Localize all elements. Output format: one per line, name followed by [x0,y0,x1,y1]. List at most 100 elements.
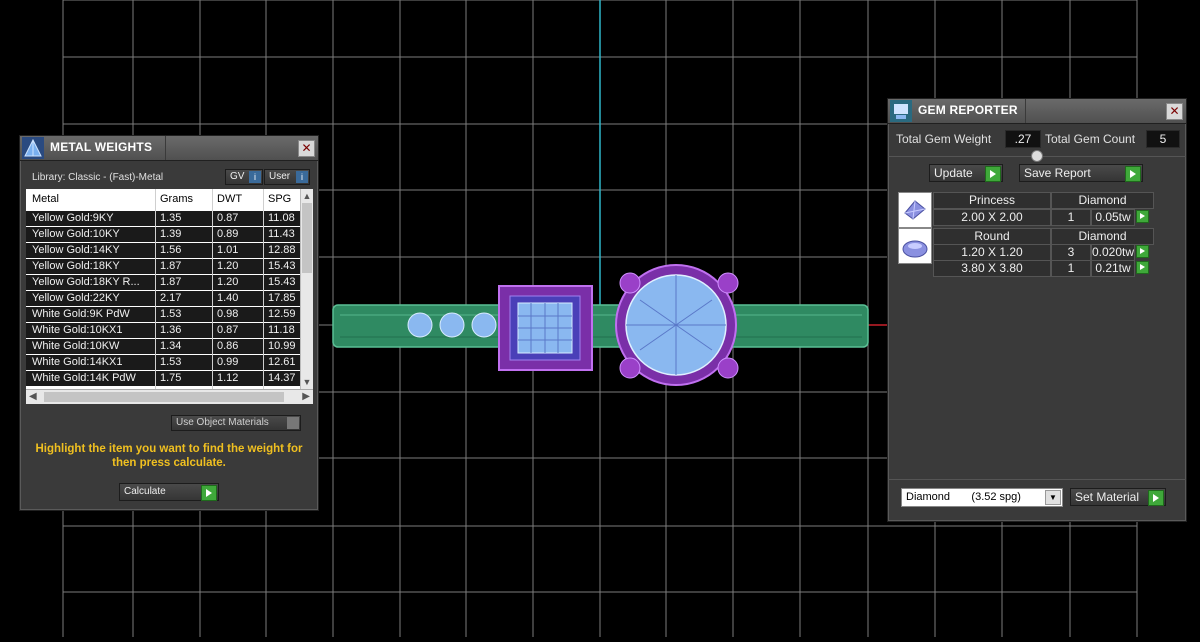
gem-count: 3 [1051,244,1091,261]
cell-grams: 1.75 [160,372,182,384]
save-report-button[interactable]: Save Report [1019,164,1143,182]
library-label: Library: Classic - (Fast)-Metal [32,172,164,183]
scroll-down-icon[interactable]: ▼ [302,377,312,387]
scroll-up-icon[interactable]: ▲ [302,191,312,201]
info-icon: i [296,171,308,183]
use-object-materials-label: Use Object Materials [176,417,269,428]
metal-table-vertical-scrollbar[interactable]: ▲ ▼ [300,189,313,389]
play-icon [985,166,1001,182]
scroll-right-icon[interactable]: ▶ [302,391,310,402]
cell-dwt: 1.12 [217,372,239,384]
cell-dwt: 0.86 [217,340,239,352]
metal-table[interactable]: Metal Grams DWT SPG Yellow Gold:9KY 1.35 0… [26,189,313,389]
gem-weight: 0.05tw [1091,209,1135,226]
cell-dwt: 1.20 [217,276,239,288]
horizontal-scroll-thumb[interactable] [44,392,284,402]
princess-setting [498,285,593,371]
gem-size: 2.00 X 2.00 [933,209,1051,226]
table-row[interactable]: White Gold:10KX1 1.36 0.87 11.18 [26,323,313,339]
info-icon: i [249,171,261,183]
update-button[interactable]: Update [929,164,1003,182]
round-setting [615,264,739,386]
gem-shape: Princess [933,192,1051,209]
set-material-button[interactable]: Set Material [1070,488,1166,506]
scroll-thumb[interactable] [302,203,312,273]
cell-grams: 1.53 [160,308,182,320]
total-gem-count-value: 5 [1146,130,1180,148]
chevron-down-icon[interactable]: ▼ [1045,490,1061,505]
gem-size: 3.80 X 3.80 [933,260,1051,277]
user-toggle[interactable]: User i [264,169,310,185]
gem-weight: 0.21tw [1091,260,1135,277]
gem-reporter-panel: GEM REPORTER ✕ Total Gem Weight .27 Tota… [887,98,1187,522]
gv-label: GV [230,171,245,182]
table-row[interactable]: Yellow Gold:10KY 1.39 0.89 11.43 [26,227,313,243]
cell-metal: White Gold:10KX1 [32,324,123,336]
table-row[interactable]: Yellow Gold:14KY 1.56 1.01 12.88 [26,243,313,259]
splitter-handle[interactable] [1031,150,1043,162]
cell-dwt: 0.87 [217,324,239,336]
metal-table-horizontal-scrollbar[interactable]: ◀ ▶ [26,389,313,404]
close-icon[interactable]: ✕ [1166,103,1183,120]
play-icon [1148,490,1164,506]
cell-metal: White Gold:10KW [32,340,120,352]
table-row[interactable]: Yellow Gold:18KY 1.87 1.20 15.43 [26,259,313,275]
close-icon[interactable]: ✕ [298,140,315,157]
cell-dwt: 0.98 [217,308,239,320]
table-row[interactable]: White Gold:14KX1 1.53 0.99 12.61 [26,355,313,371]
cell-grams: 1.35 [160,212,182,224]
small-round-stones [407,312,497,338]
play-icon [201,485,217,501]
column-header-metal[interactable]: Metal [32,193,59,205]
metal-weights-titlebar[interactable]: METAL WEIGHTS ✕ [20,136,318,161]
cell-metal: Yellow Gold:10KY [32,228,120,240]
column-header-grams[interactable]: Grams [160,193,193,205]
table-row[interactable]: White Gold:9K PdW 1.53 0.98 12.59 [26,307,313,323]
gem-reporter-title: GEM REPORTER [918,103,1018,117]
cell-grams: 1.53 [160,356,182,368]
pyramid-icon [22,137,44,159]
princess-gem-icon [898,192,932,228]
material-select-value: Diamond (3.52 spg) [906,491,1021,503]
table-row[interactable]: Yellow Gold:9KY 1.35 0.87 11.08 [26,211,313,227]
select-gem-button[interactable] [1136,245,1149,258]
table-row[interactable]: Yellow Gold:22KY 2.17 1.40 17.85 [26,291,313,307]
cell-grams: 2.17 [160,292,182,304]
play-icon [1125,166,1141,182]
cell-metal: White Gold:9K PdW [32,308,130,320]
cell-grams: 1.56 [160,244,182,256]
update-label: Update [934,166,973,180]
calculate-button[interactable]: Calculate [119,483,219,501]
select-gem-button[interactable] [1136,210,1149,223]
cell-grams: 1.36 [160,324,182,336]
material-select[interactable]: Diamond (3.52 spg) ▼ [901,488,1063,507]
table-row[interactable]: White Gold:14K PdW 1.75 1.12 14.37 [26,371,313,387]
cell-metal: White Gold:14KX1 [32,356,123,368]
cell-metal: Yellow Gold:18KY [32,260,120,272]
select-gem-button[interactable] [1136,261,1149,274]
metal-weights-title: METAL WEIGHTS [50,140,153,154]
checkbox-icon [287,417,299,429]
cell-metal: Yellow Gold:18KY R... [32,276,140,288]
round-gem-icon [898,228,932,264]
table-row[interactable]: Yellow Gold:18KY R... 1.87 1.20 15.43 [26,275,313,291]
total-gem-count-label: Total Gem Count [1045,132,1136,146]
column-header-spg[interactable]: SPG [268,193,291,205]
cell-dwt: 1.01 [217,244,239,256]
save-report-label: Save Report [1024,166,1091,180]
divider [888,479,1186,480]
cell-dwt: 1.40 [217,292,239,304]
metal-table-header: Metal Grams DWT SPG [26,193,313,209]
use-object-materials-checkbox[interactable]: Use Object Materials [171,415,301,431]
gem-reporter-titlebar[interactable]: GEM REPORTER ✕ [888,99,1186,124]
cell-dwt: 0.87 [217,212,239,224]
gv-toggle[interactable]: GV i [225,169,263,185]
gem-material: Diamond [1051,192,1154,209]
column-header-dwt[interactable]: DWT [217,193,242,205]
cell-grams: 1.87 [160,260,182,272]
gem-shape: Round [933,228,1051,245]
total-gem-weight-value: .27 [1005,130,1041,148]
scroll-left-icon[interactable]: ◀ [29,391,37,402]
table-row[interactable]: White Gold:10KW 1.34 0.86 10.99 [26,339,313,355]
total-gem-weight-label: Total Gem Weight [896,132,992,146]
